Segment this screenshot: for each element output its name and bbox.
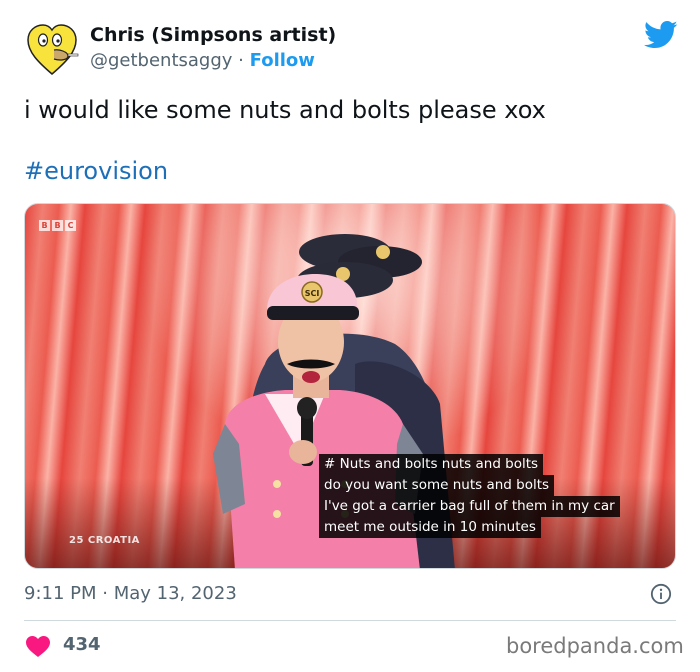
broadcaster-logo-letter: B — [52, 220, 63, 231]
tweet-timestamp[interactable]: 9:11 PM · May 13, 2023 — [24, 583, 237, 604]
country-tag: 25 CROATIA — [69, 535, 140, 546]
subtitle-line: do you want some nuts and bolts — [319, 475, 555, 496]
subtitle-line: meet me outside in 10 minutes — [319, 517, 541, 538]
meta-separator: · — [238, 50, 244, 71]
heart-icon[interactable] — [26, 636, 50, 657]
yellow-heart-face-icon — [27, 24, 79, 75]
author-meta: @getbentsaggy · Follow — [90, 50, 315, 71]
follow-button[interactable]: Follow — [250, 50, 315, 71]
tweet-text: i would like some nuts and bolts please … — [24, 96, 546, 124]
author-avatar[interactable] — [24, 22, 80, 78]
broadcaster-logo: B B C — [39, 220, 76, 231]
twitter-bird-icon[interactable] — [644, 20, 678, 50]
cap-badge-text: SCI — [305, 289, 320, 298]
footer-divider — [24, 620, 676, 621]
subtitle-line: I've got a carrier bag full of them in m… — [319, 496, 620, 517]
hashtag-link[interactable]: #eurovision — [24, 157, 168, 185]
author-display-name[interactable]: Chris (Simpsons artist) — [90, 24, 336, 46]
tweet-card: Chris (Simpsons artist) @getbentsaggy · … — [0, 0, 700, 672]
like-count[interactable]: 434 — [63, 634, 101, 655]
boredpanda-watermark: boredpanda.com — [506, 634, 684, 658]
broadcaster-logo-letter: C — [65, 220, 76, 231]
subtitle-overlay: # Nuts and bolts nuts and bolts do you w… — [319, 454, 620, 538]
author-handle[interactable]: @getbentsaggy — [90, 50, 232, 71]
broadcaster-logo-letter: B — [39, 220, 50, 231]
tweet-media-image[interactable]: B B C SCI 25 CROATIA # Nuts and bolts nu… — [24, 203, 676, 569]
subtitle-line: # Nuts and bolts nuts and bolts — [319, 454, 544, 475]
info-icon[interactable] — [650, 583, 672, 605]
